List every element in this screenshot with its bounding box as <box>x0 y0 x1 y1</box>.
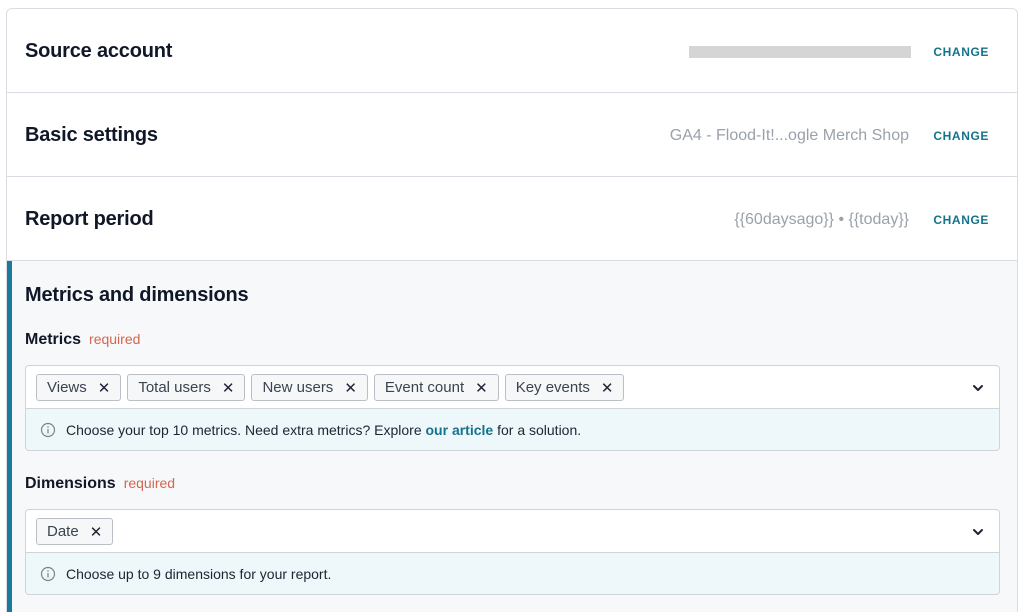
dimensions-select[interactable]: Date ✕ <box>25 509 1000 553</box>
chevron-down-icon[interactable] <box>971 381 985 395</box>
metric-chip: New users ✕ <box>251 374 368 401</box>
metric-chip-label: Key events <box>515 379 590 396</box>
metric-chip: Views ✕ <box>36 374 122 401</box>
metrics-chip-list: Views ✕ Total users ✕ New users ✕ Event … <box>36 374 625 401</box>
report-period-section: Report period {{60daysago}} • {{today}} … <box>7 177 1017 261</box>
report-period-title: Report period <box>25 208 154 230</box>
metrics-hint-after: for a solution. <box>493 421 582 438</box>
our-article-link[interactable]: our article <box>426 422 494 438</box>
source-account-section: Source account CHANGE <box>7 9 1017 93</box>
dimension-chip-label: Date <box>47 523 79 540</box>
chevron-down-icon[interactable] <box>971 525 985 539</box>
active-section-indicator <box>7 261 12 612</box>
close-icon[interactable]: ✕ <box>222 379 235 397</box>
metric-chip: Event count ✕ <box>373 374 499 401</box>
close-icon[interactable]: ✕ <box>475 379 488 397</box>
dimensions-hint: Choose up to 9 dimensions for your repor… <box>25 553 1000 595</box>
metrics-dimensions-section: Metrics and dimensions Metrics required V… <box>7 261 1017 612</box>
report-period-value: {{60daysago}} • {{today}} <box>734 211 909 228</box>
metric-chip-label: New users <box>262 379 334 396</box>
metrics-hint-text: Choose your top 10 metrics. Need extra m… <box>66 422 581 438</box>
metric-chip-label: Event count <box>384 379 465 396</box>
basic-settings-value: GA4 - Flood-It!...ogle Merch Shop <box>669 127 909 144</box>
change-source-account-button[interactable]: CHANGE <box>933 45 989 59</box>
metrics-hint-before: Choose your top 10 metrics. Need extra m… <box>66 421 426 438</box>
metrics-label: Metrics required <box>25 331 140 349</box>
source-account-value-redacted <box>689 46 911 58</box>
metrics-dimensions-title: Metrics and dimensions <box>25 284 249 306</box>
dimensions-label: Dimensions required <box>25 475 175 493</box>
close-icon[interactable]: ✕ <box>98 379 111 397</box>
info-icon <box>40 422 56 437</box>
close-icon[interactable]: ✕ <box>90 523 103 541</box>
change-basic-settings-button[interactable]: CHANGE <box>933 129 989 143</box>
close-icon[interactable]: ✕ <box>344 379 357 397</box>
metric-chip: Key events ✕ <box>504 374 625 401</box>
dimensions-hint-text: Choose up to 9 dimensions for your repor… <box>66 565 332 582</box>
metrics-select[interactable]: Views ✕ Total users ✕ New users ✕ Event … <box>25 365 1000 409</box>
basic-settings-section: Basic settings GA4 - Flood-It!...ogle Me… <box>7 93 1017 177</box>
report-settings-panel: Source account CHANGE Basic settings GA4… <box>6 8 1018 612</box>
metrics-hint: Choose your top 10 metrics. Need extra m… <box>25 409 1000 451</box>
metric-chip: Total users ✕ <box>127 374 246 401</box>
dimensions-label-text: Dimensions <box>25 475 116 492</box>
dimensions-chip-list: Date ✕ <box>36 518 114 545</box>
info-icon <box>40 566 56 581</box>
change-report-period-button[interactable]: CHANGE <box>933 213 989 227</box>
metrics-required-badge: required <box>89 331 141 347</box>
dimensions-required-badge: required <box>123 475 176 491</box>
metrics-label-text: Metrics <box>25 331 82 348</box>
dimension-chip: Date ✕ <box>36 518 114 545</box>
metric-chip-label: Total users <box>138 379 211 396</box>
basic-settings-title: Basic settings <box>25 124 158 146</box>
close-icon[interactable]: ✕ <box>601 379 614 397</box>
source-account-title: Source account <box>25 40 173 62</box>
metric-chip-label: Views <box>47 379 87 396</box>
